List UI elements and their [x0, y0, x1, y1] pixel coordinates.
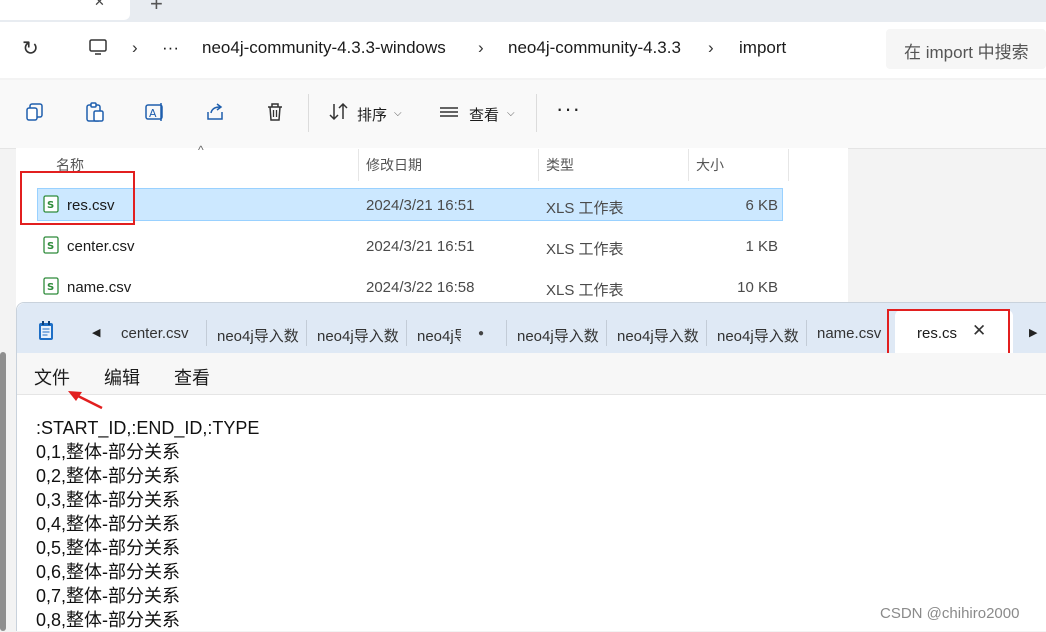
tab-divider	[706, 320, 707, 346]
file-type: XLS 工作表	[546, 241, 624, 258]
text-line: 0,6,整体-部分关系	[36, 562, 181, 582]
breadcrumb-item-root[interactable]: neo4j-community-4.3.3-windows	[202, 38, 446, 58]
file-type: XLS 工作表	[546, 200, 624, 217]
tab-divider	[506, 320, 507, 346]
file-size: 1 KB	[745, 238, 778, 255]
refresh-icon[interactable]: ↻	[22, 36, 39, 61]
chevron-right-icon: ›	[478, 38, 484, 57]
column-divider[interactable]	[688, 149, 689, 181]
text-line: 0,2,整体-部分关系	[36, 466, 181, 486]
tab-neo4j-import-5[interactable]: neo4j导入数	[617, 325, 702, 346]
tab-neo4j-import-1[interactable]: neo4j导入数	[217, 325, 302, 346]
text-editor[interactable]: :START_ID,:END_ID,:TYPE 0,1,整体-部分关系 0,2,…	[36, 416, 259, 632]
menu-edit[interactable]: 编辑	[104, 364, 140, 390]
column-divider[interactable]	[358, 149, 359, 181]
text-line: 0,5,整体-部分关系	[36, 538, 181, 558]
scrollbar[interactable]	[0, 352, 6, 631]
annotation-arrow-icon	[68, 391, 103, 410]
column-divider[interactable]	[538, 149, 539, 181]
copy-icon[interactable]	[24, 101, 46, 123]
svg-text:A: A	[149, 107, 157, 120]
tab-divider	[406, 320, 407, 346]
toolbar-divider	[308, 94, 309, 132]
sort-ascending-icon: ^	[198, 143, 204, 157]
column-header-modified[interactable]: 修改日期	[366, 155, 422, 175]
new-tab-button[interactable]: +	[150, 0, 163, 17]
breadcrumb-more[interactable]: ···	[162, 38, 179, 58]
file-name[interactable]: name.csv	[67, 279, 131, 296]
chevron-right-icon: ›	[708, 38, 714, 57]
tab-neo4j-import-2[interactable]: neo4j导入数	[317, 325, 402, 346]
text-line: 0,4,整体-部分关系	[36, 514, 181, 534]
annotation-box-selected-file	[20, 171, 135, 225]
column-header-size[interactable]: 大小	[696, 155, 724, 175]
svg-text:S: S	[47, 241, 54, 252]
chevron-down-icon: ⌵	[507, 108, 515, 119]
text-line: 0,3,整体-部分关系	[36, 490, 181, 510]
tab-divider	[206, 320, 207, 346]
notepad-app-icon	[39, 321, 53, 340]
file-size: 10 KB	[737, 279, 778, 296]
rename-icon[interactable]: A	[144, 101, 166, 123]
text-line: :START_ID,:END_ID,:TYPE	[36, 418, 260, 438]
share-icon[interactable]	[204, 101, 226, 123]
tab-center-csv[interactable]: center.csv	[121, 325, 201, 342]
sort-button[interactable]: 排序	[357, 104, 387, 125]
svg-text:S: S	[47, 282, 54, 293]
file-name[interactable]: center.csv	[67, 238, 135, 255]
unsaved-dot-icon: ●	[478, 328, 485, 339]
text-line: 0,7,整体-部分关系	[36, 586, 181, 606]
menu-view[interactable]: 查看	[174, 364, 210, 390]
tab-divider	[806, 320, 807, 346]
column-header-type[interactable]: 类型	[546, 155, 574, 175]
tab-neo4j-import-6[interactable]: neo4j导入数	[717, 325, 802, 346]
search-input[interactable]: 在 import 中搜索	[904, 38, 1029, 63]
tab-neo4j-import-3[interactable]: neo4j导	[417, 325, 461, 346]
breadcrumb-item-import[interactable]: import	[739, 38, 786, 58]
view-button[interactable]: 查看	[469, 104, 499, 125]
tab-neo4j-import-4[interactable]: neo4j导入数	[517, 325, 602, 346]
toolbar-divider	[536, 94, 537, 132]
more-options-icon[interactable]: ···	[556, 96, 581, 122]
file-modified: 2024/3/21 16:51	[366, 238, 475, 255]
text-line: 0,8,整体-部分关系	[36, 610, 181, 630]
watermark: CSDN @chihiro2000	[880, 605, 1020, 622]
view-icon[interactable]	[438, 101, 460, 123]
breadcrumb-item-folder[interactable]: neo4j-community-4.3.3	[508, 38, 681, 58]
scroll-tabs-right-icon[interactable]: ▶	[1029, 326, 1037, 339]
notepad-menu-bar	[17, 353, 1046, 395]
paste-icon[interactable]	[84, 101, 106, 123]
csv-file-icon: S	[43, 236, 59, 254]
computer-icon[interactable]	[88, 39, 108, 55]
scroll-tabs-left-icon[interactable]: ◀	[92, 326, 100, 339]
file-type: XLS 工作表	[546, 282, 624, 299]
file-size: 6 KB	[745, 197, 778, 214]
column-divider[interactable]	[788, 149, 789, 181]
close-tab-icon[interactable]: ✕	[94, 0, 105, 10]
file-modified: 2024/3/22 16:58	[366, 279, 475, 296]
text-line: 0,1,整体-部分关系	[36, 442, 181, 462]
delete-icon[interactable]	[264, 101, 286, 123]
file-modified: 2024/3/21 16:51	[366, 197, 475, 214]
chevron-down-icon: ⌵	[394, 108, 402, 119]
sort-icon[interactable]	[328, 101, 350, 123]
chevron-right-icon: ›	[132, 38, 138, 57]
tab-divider	[606, 320, 607, 346]
menu-file[interactable]: 文件	[34, 364, 70, 390]
tab-divider	[306, 320, 307, 346]
tab-name-csv[interactable]: name.csv	[817, 325, 887, 342]
explorer-active-tab[interactable]	[0, 0, 130, 20]
csv-file-icon: S	[43, 277, 59, 295]
